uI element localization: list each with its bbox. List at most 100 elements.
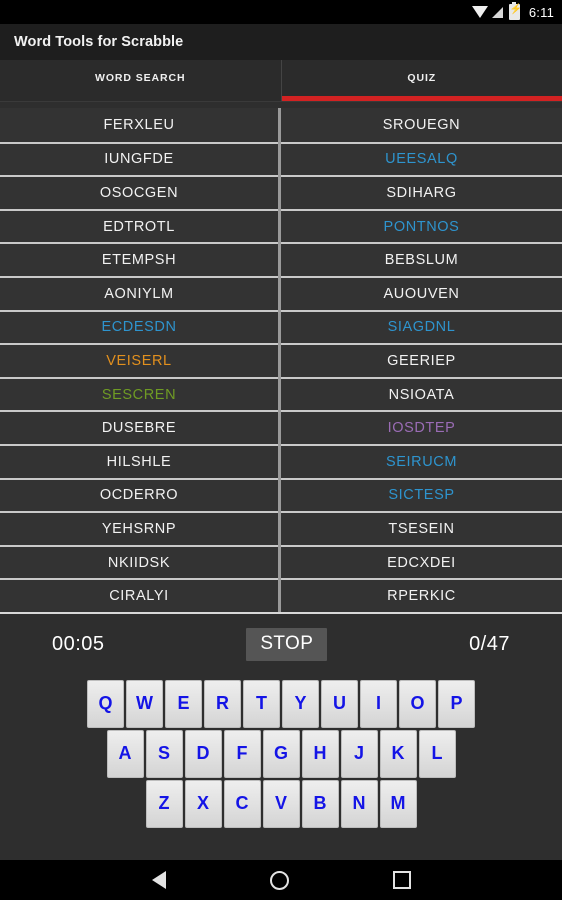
word-row[interactable]: GEERIEP	[281, 343, 562, 377]
key-i[interactable]: I	[360, 679, 397, 728]
word-label: PONTNOS	[383, 218, 460, 235]
key-a[interactable]: A	[106, 729, 144, 778]
key-b[interactable]: B	[301, 779, 339, 828]
tab-bar: WORD SEARCH QUIZ	[0, 60, 562, 102]
key-p[interactable]: P	[438, 679, 475, 728]
key-z[interactable]: Z	[145, 779, 183, 828]
word-row[interactable]: RPERKIC	[281, 578, 562, 612]
key-x[interactable]: X	[184, 779, 222, 828]
word-label: AUOUVEN	[383, 285, 460, 302]
key-r[interactable]: R	[204, 679, 241, 728]
word-row[interactable]: AONIYLM	[0, 275, 278, 310]
word-label: IUNGFDE	[104, 151, 174, 168]
recent-apps-icon[interactable]	[392, 871, 411, 889]
word-row[interactable]: EDTROTL	[0, 208, 278, 243]
key-d[interactable]: D	[184, 729, 222, 778]
key-j[interactable]: J	[340, 729, 378, 778]
key-y[interactable]: Y	[282, 679, 319, 728]
word-label: OSOCGEN	[99, 184, 179, 201]
battery-charging-icon	[508, 2, 522, 20]
word-label: EDCXDEI	[387, 554, 456, 571]
key-o[interactable]: O	[399, 679, 436, 728]
word-label: SROUEGN	[382, 116, 461, 133]
word-row[interactable]: EDCXDEI	[281, 544, 562, 579]
key-f[interactable]: F	[223, 729, 261, 778]
word-row[interactable]: CIRALYI	[0, 578, 278, 612]
stop-button[interactable]: STOP	[246, 628, 328, 662]
word-row[interactable]: PONTNOS	[281, 208, 562, 243]
word-row[interactable]: SDIHARG	[281, 175, 562, 209]
word-label: NKIIDSK	[107, 554, 171, 571]
word-label: YEHSRNP	[101, 520, 177, 537]
word-row[interactable]: TSESEIN	[281, 511, 562, 545]
key-u[interactable]: U	[321, 679, 358, 728]
word-label: BEBSLUM	[384, 252, 459, 269]
status-bar: 6:11	[0, 0, 562, 24]
word-row[interactable]: ETEMPSH	[0, 242, 278, 276]
key-q[interactable]: Q	[87, 679, 124, 728]
key-n[interactable]: N	[340, 779, 378, 828]
home-icon[interactable]	[269, 870, 289, 890]
word-label: NSIOATA	[388, 386, 455, 403]
word-label: FERXLEU	[103, 116, 175, 133]
word-label: UEESALQ	[385, 151, 458, 168]
word-label: SICTESP	[388, 487, 455, 504]
key-t[interactable]: T	[243, 679, 280, 728]
word-row[interactable]: ECDESDN	[0, 309, 278, 344]
quiz-timer: 00:05	[52, 633, 105, 656]
word-label: OCDERRO	[99, 487, 179, 504]
word-column-left: FERXLEU IUNGFDE OSOCGEN EDTROTL ETEMPSH AONIY…	[0, 108, 281, 612]
word-column-right: SROUEGN UEESALQ SDIHARG PONTNOS BEBSLUM AUOUV…	[281, 108, 562, 612]
word-row[interactable]: OSOCGEN	[0, 175, 278, 209]
word-row[interactable]: HILSHLE	[0, 443, 278, 478]
key-k[interactable]: K	[379, 729, 417, 778]
app-root: 6:11 Word Tools for Scrabble WORD SEARCH…	[0, 0, 562, 900]
word-label: CIRALYI	[109, 588, 169, 605]
key-s[interactable]: S	[145, 729, 183, 778]
key-m[interactable]: M	[379, 779, 417, 828]
word-row[interactable]: UEESALQ	[281, 141, 562, 176]
word-label: EDTROTL	[103, 218, 175, 235]
key-v[interactable]: V	[262, 779, 300, 828]
word-row[interactable]: SIAGDNL	[281, 309, 562, 344]
status-icons: 6:11	[471, 2, 554, 20]
keyboard-row: QWERTYUIOP	[87, 679, 475, 728]
page-title: Word Tools for Scrabble	[14, 34, 184, 50]
word-row[interactable]: YEHSRNP	[0, 511, 278, 545]
word-row[interactable]: SESCREN	[0, 376, 278, 411]
word-row[interactable]: DUSEBRE	[0, 410, 278, 444]
word-label: SESCREN	[101, 386, 177, 403]
word-label: SEIRUCM	[385, 453, 458, 470]
key-h[interactable]: H	[301, 729, 339, 778]
word-label: SDIHARG	[386, 184, 457, 201]
word-row[interactable]: SEIRUCM	[281, 443, 562, 478]
key-e[interactable]: E	[165, 679, 202, 728]
key-w[interactable]: W	[126, 679, 163, 728]
word-row[interactable]: NKIIDSK	[0, 544, 278, 579]
word-row[interactable]: IOSDTEP	[281, 410, 562, 444]
word-row[interactable]: SICTESP	[281, 477, 562, 512]
active-tab-indicator	[281, 96, 562, 101]
word-row[interactable]: FERXLEU	[0, 108, 278, 142]
tab-word-search[interactable]: WORD SEARCH	[0, 60, 281, 101]
word-label: RPERKIC	[387, 588, 456, 605]
word-row[interactable]: AUOUVEN	[281, 275, 562, 310]
key-g[interactable]: G	[262, 729, 300, 778]
back-icon[interactable]	[151, 871, 166, 889]
tab-quiz[interactable]: QUIZ	[280, 60, 562, 101]
word-row[interactable]: NSIOATA	[281, 376, 562, 411]
tab-quiz-label: QUIZ	[407, 71, 437, 84]
word-label: IOSDTEP	[387, 420, 456, 437]
word-label: VEISERL	[106, 352, 172, 369]
system-nav-bar	[0, 860, 562, 900]
app-bar: Word Tools for Scrabble	[0, 24, 562, 60]
word-row[interactable]: VEISERL	[0, 343, 278, 377]
word-row[interactable]: IUNGFDE	[0, 141, 278, 176]
word-row[interactable]: BEBSLUM	[281, 242, 562, 276]
key-c[interactable]: C	[223, 779, 261, 828]
keyboard-row: ZXCVBNM	[145, 779, 417, 828]
word-row[interactable]: SROUEGN	[281, 108, 562, 142]
word-label: ETEMPSH	[101, 252, 177, 269]
word-row[interactable]: OCDERRO	[0, 477, 278, 512]
key-l[interactable]: L	[418, 729, 456, 778]
